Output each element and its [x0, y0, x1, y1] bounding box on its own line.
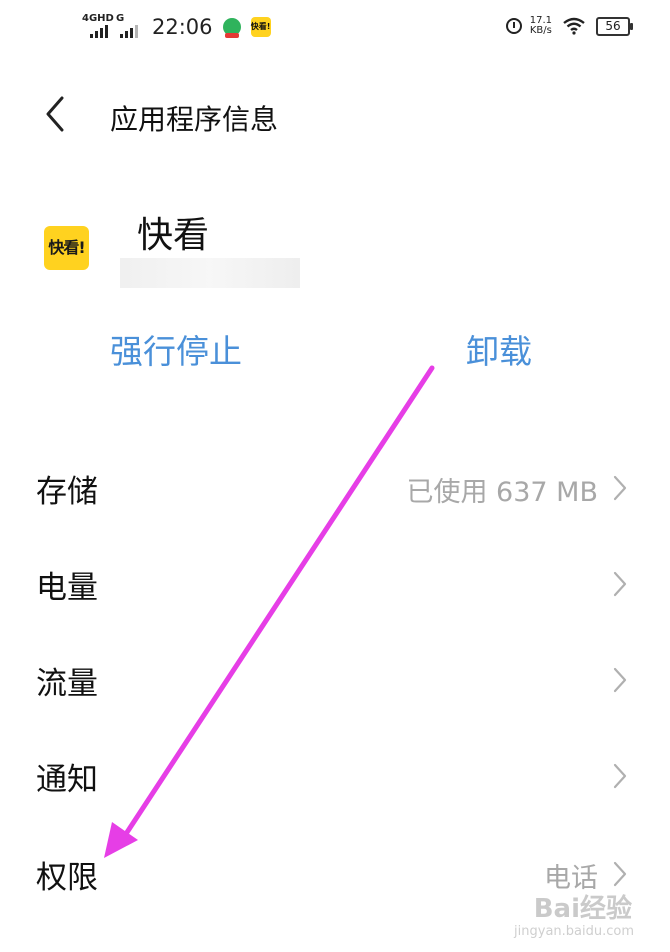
battery-icon: 56 — [596, 16, 633, 36]
watermark-logo: Bai经验 — [533, 894, 632, 924]
chevron-right-icon — [613, 763, 627, 789]
network-speed-unit: KB/s — [529, 25, 552, 36]
settings-item-value: 已使用 637 MB — [406, 477, 598, 508]
network-type-2: G — [116, 13, 125, 24]
settings-item-label: 权限 — [36, 860, 98, 896]
settings-item-label: 流量 — [36, 666, 98, 702]
settings-item-label: 存储 — [36, 474, 98, 510]
status-bar: 4GHD G 22:06 快看! 17.1 KB/s 56 — [0, 0, 670, 60]
settings-item-label: 电量 — [36, 570, 98, 606]
settings-item-data-usage[interactable]: 流量 — [0, 632, 670, 728]
uninstall-button[interactable]: 卸载 — [466, 325, 532, 373]
network-type-1: 4GHD — [82, 13, 114, 24]
settings-item-notifications[interactable]: 通知 — [0, 728, 670, 824]
settings-item-label: 通知 — [36, 762, 98, 798]
app-icon: 快看! — [44, 226, 89, 270]
network-speed: 17.1 KB/s — [530, 16, 552, 36]
notification-app-icon — [222, 18, 241, 38]
wifi-icon — [563, 17, 585, 35]
chevron-right-icon — [613, 475, 627, 501]
kuaikan-notification-icon: 快看! — [250, 17, 271, 37]
force-stop-button[interactable]: 强行停止 — [110, 325, 242, 373]
alarm-icon — [505, 18, 522, 34]
status-bar-left: 4GHD G 22:06 快看! — [82, 14, 271, 40]
chevron-right-icon — [613, 667, 627, 693]
app-name: 快看 — [137, 215, 210, 256]
page-header: 应用程序信息 — [0, 80, 670, 150]
signal-icon-2: G — [116, 14, 144, 40]
clock: 22:06 — [152, 15, 213, 39]
page-title: 应用程序信息 — [110, 103, 279, 136]
signal-icon: 4GHD — [82, 14, 116, 40]
status-bar-right: 17.1 KB/s 56 — [505, 16, 633, 36]
settings-item-battery[interactable]: 电量 — [0, 536, 670, 632]
chevron-right-icon — [613, 861, 627, 887]
version-text-blurred — [120, 258, 300, 288]
watermark-url: jingyan.baidu.com — [514, 924, 634, 939]
settings-item-storage[interactable]: 存储 已使用 637 MB — [0, 440, 670, 536]
chevron-right-icon — [613, 571, 627, 597]
back-arrow-icon[interactable] — [40, 94, 70, 134]
